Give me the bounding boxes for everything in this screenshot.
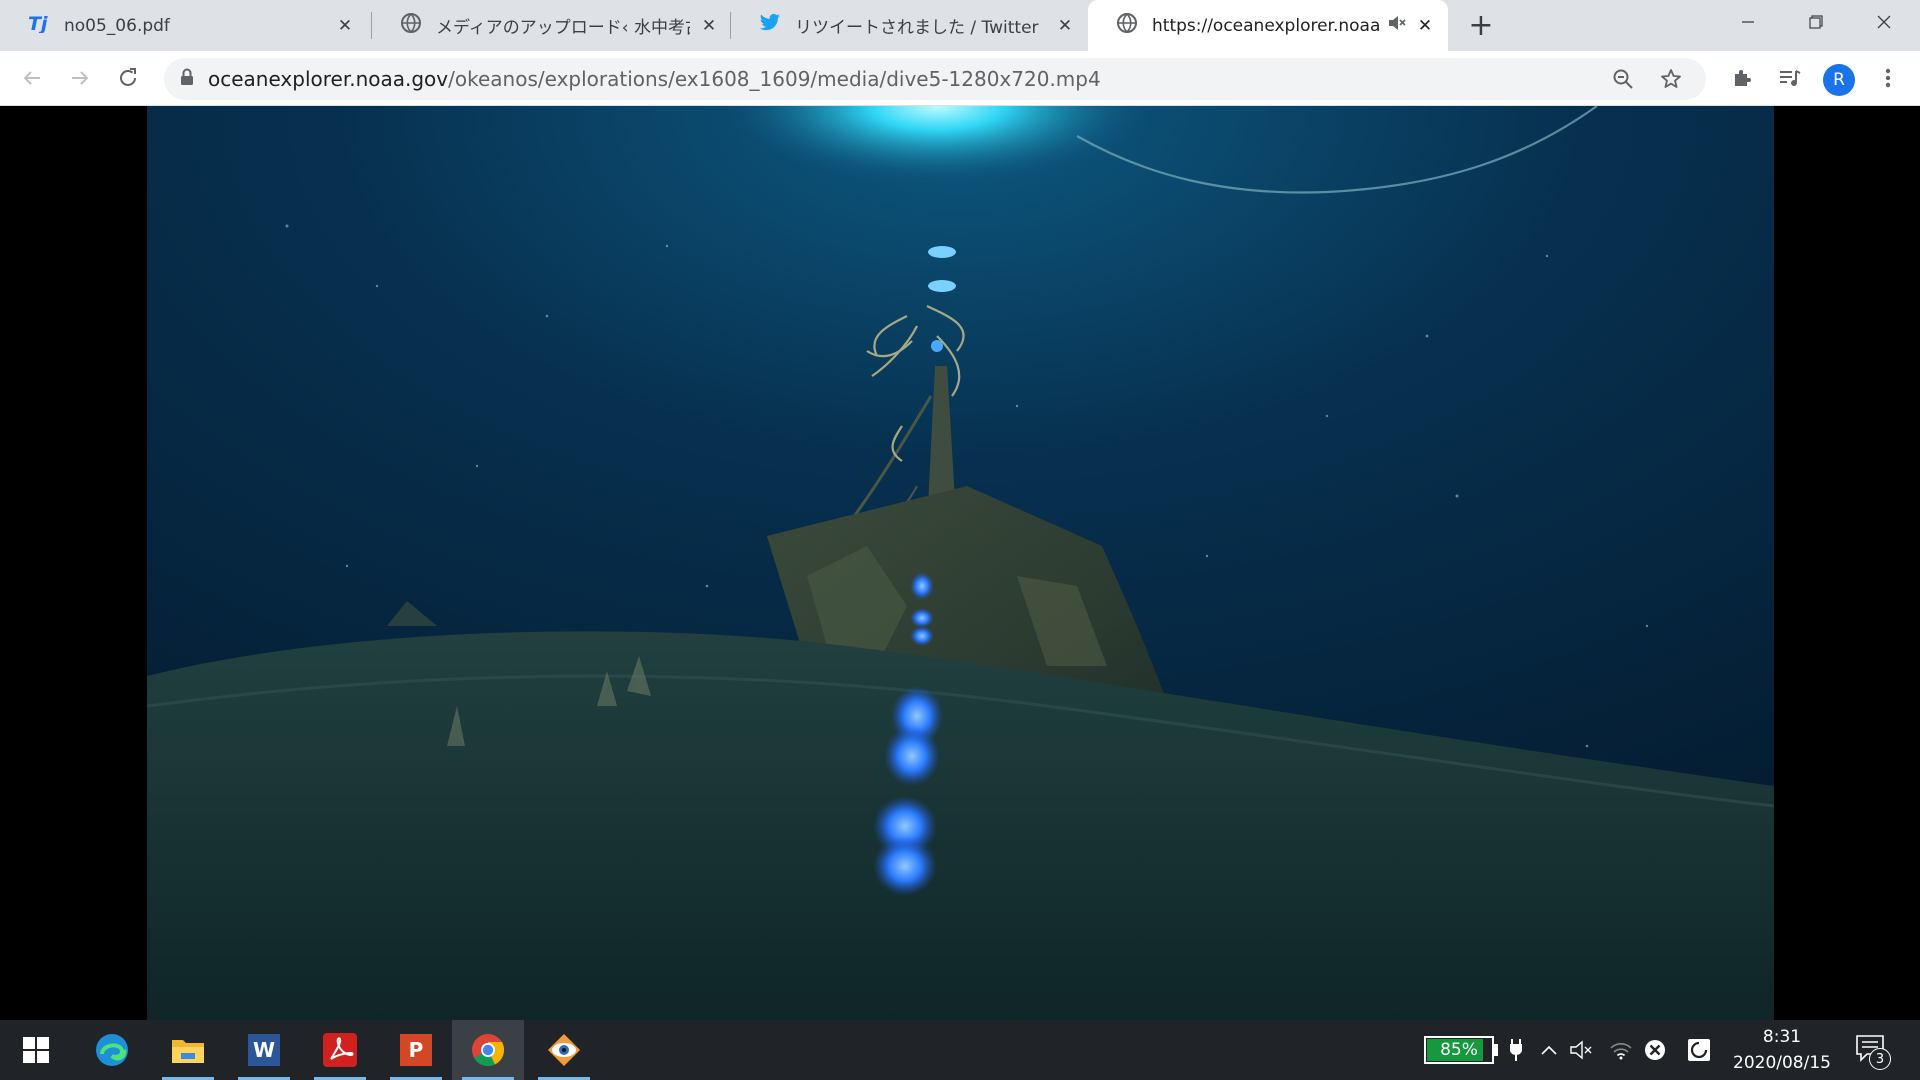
start-button[interactable] [0,1020,72,1080]
address-bar[interactable]: oceanexplorer.noaa.gov/okeanos/explorati… [164,58,1706,100]
taskbar-powerpoint[interactable]: P [380,1020,452,1080]
speaker-muted-icon[interactable] [1388,15,1406,36]
taskbar-word[interactable]: W [228,1020,300,1080]
twitter-icon [759,13,781,38]
tab-title: no05_06.pdf [64,15,170,36]
globe-icon [1116,12,1138,39]
reload-button[interactable] [110,60,146,96]
wifi-icon[interactable] [1607,1036,1635,1064]
tab-strip: Tj no05_06.pdf ✕ メディアのアップロード‹ 水中考古学／ ✕ リ… [0,0,1920,51]
tab-title: https://oceanexplorer.noaa.g [1152,15,1382,36]
shipwreck-video-frame [147,106,1774,1020]
video-player[interactable] [147,106,1774,1020]
forward-button[interactable] [62,60,98,96]
playlist-icon [1780,70,1801,86]
browser-toolbar: oceanexplorer.noaa.gov/okeanos/explorati… [0,51,1920,106]
extensions-button[interactable] [1724,60,1760,96]
speaker-muted-icon[interactable] [1568,1036,1596,1064]
windows-logo-icon [23,1037,49,1063]
url-host: oceanexplorer.noaa.gov [208,67,449,91]
pdf-viewer-icon: Tj [28,13,50,38]
notification-badge: 3 [1869,1048,1891,1070]
tab-pdf[interactable]: Tj no05_06.pdf ✕ [0,0,368,51]
url-text: oceanexplorer.noaa.gov/okeanos/explorati… [208,67,1101,91]
restore-icon [1809,15,1823,29]
lock-icon[interactable] [180,68,194,90]
minimize-button[interactable] [1717,0,1779,44]
taskbar-chrome[interactable] [452,1020,524,1080]
clock-date: 2020/08/15 [1733,1053,1831,1073]
taskbar-edge[interactable] [76,1020,148,1080]
taskbar-acrobat[interactable] [304,1020,376,1080]
tab-close-icon[interactable]: ✕ [1054,15,1076,37]
screen-app-icon[interactable] [1685,1036,1713,1064]
zoom-icon[interactable] [1612,68,1634,94]
battery-percent: 85% [1440,1040,1478,1060]
system-clock[interactable]: 8:31 2020/08/15 [1722,1024,1842,1076]
tab-close-icon[interactable]: ✕ [334,15,356,37]
chevron-up-icon[interactable] [1535,1036,1563,1064]
notification-center-button[interactable]: 3 [1855,1034,1891,1070]
edge-icon [96,1034,128,1066]
close-icon [1877,15,1891,29]
word-icon-letter: W [252,1038,276,1062]
globe-icon [400,12,422,39]
url-path: /okeanos/explorations/ex1608_1609/media/… [448,67,1101,91]
svg-text:Tj: Tj [28,13,48,33]
puzzle-icon [1735,70,1751,86]
forward-arrow-icon [72,71,89,85]
close-window-button[interactable] [1853,0,1915,44]
eye-app-icon [548,1034,580,1066]
powerpoint-icon-letter: P [408,1038,424,1062]
battery-tip [1494,1044,1498,1056]
kebab-menu-icon [1885,68,1891,88]
media-controls-button[interactable] [1772,60,1808,96]
tab-close-icon[interactable]: ✕ [698,15,720,37]
taskbar-file-explorer[interactable] [152,1020,224,1080]
new-tab-button[interactable]: + [1465,10,1497,42]
menu-button[interactable] [1870,60,1906,96]
tab-close-icon[interactable]: ✕ [1414,15,1436,37]
taskbar: W P 85% 8:31 2020/08/15 3 [0,1020,1920,1080]
acrobat-icon [323,1033,357,1067]
battery-indicator[interactable]: 85% [1424,1036,1494,1064]
tab-media-upload[interactable]: メディアのアップロード‹ 水中考古学／ ✕ [372,0,732,51]
minimize-icon [1742,21,1754,23]
power-plug-icon[interactable] [1502,1036,1530,1064]
tab-title: リツイートされました / Twitter [795,18,1039,38]
back-button[interactable] [14,60,50,96]
taskbar-app[interactable] [528,1020,600,1080]
restore-button[interactable] [1785,0,1847,44]
tab-twitter[interactable]: リツイートされました / Twitter ✕ [731,0,1088,51]
tab-oceanexplorer[interactable]: https://oceanexplorer.noaa.g ✕ [1088,0,1448,51]
bookmark-star-icon[interactable] [1660,68,1682,94]
avatar[interactable]: R [1823,64,1855,96]
chrome-icon [472,1034,505,1066]
powerpoint-icon: P [400,1034,432,1066]
tab-title: メディアのアップロード‹ 水中考古学／ [436,18,690,38]
error-x-icon[interactable] [1641,1036,1669,1064]
folder-icon [172,1040,204,1063]
page-content [0,106,1920,1020]
plus-icon: + [1468,8,1494,43]
reload-icon [120,68,136,86]
back-arrow-icon [23,71,40,85]
clock-time: 8:31 [1762,1027,1802,1047]
word-icon: W [248,1034,280,1066]
